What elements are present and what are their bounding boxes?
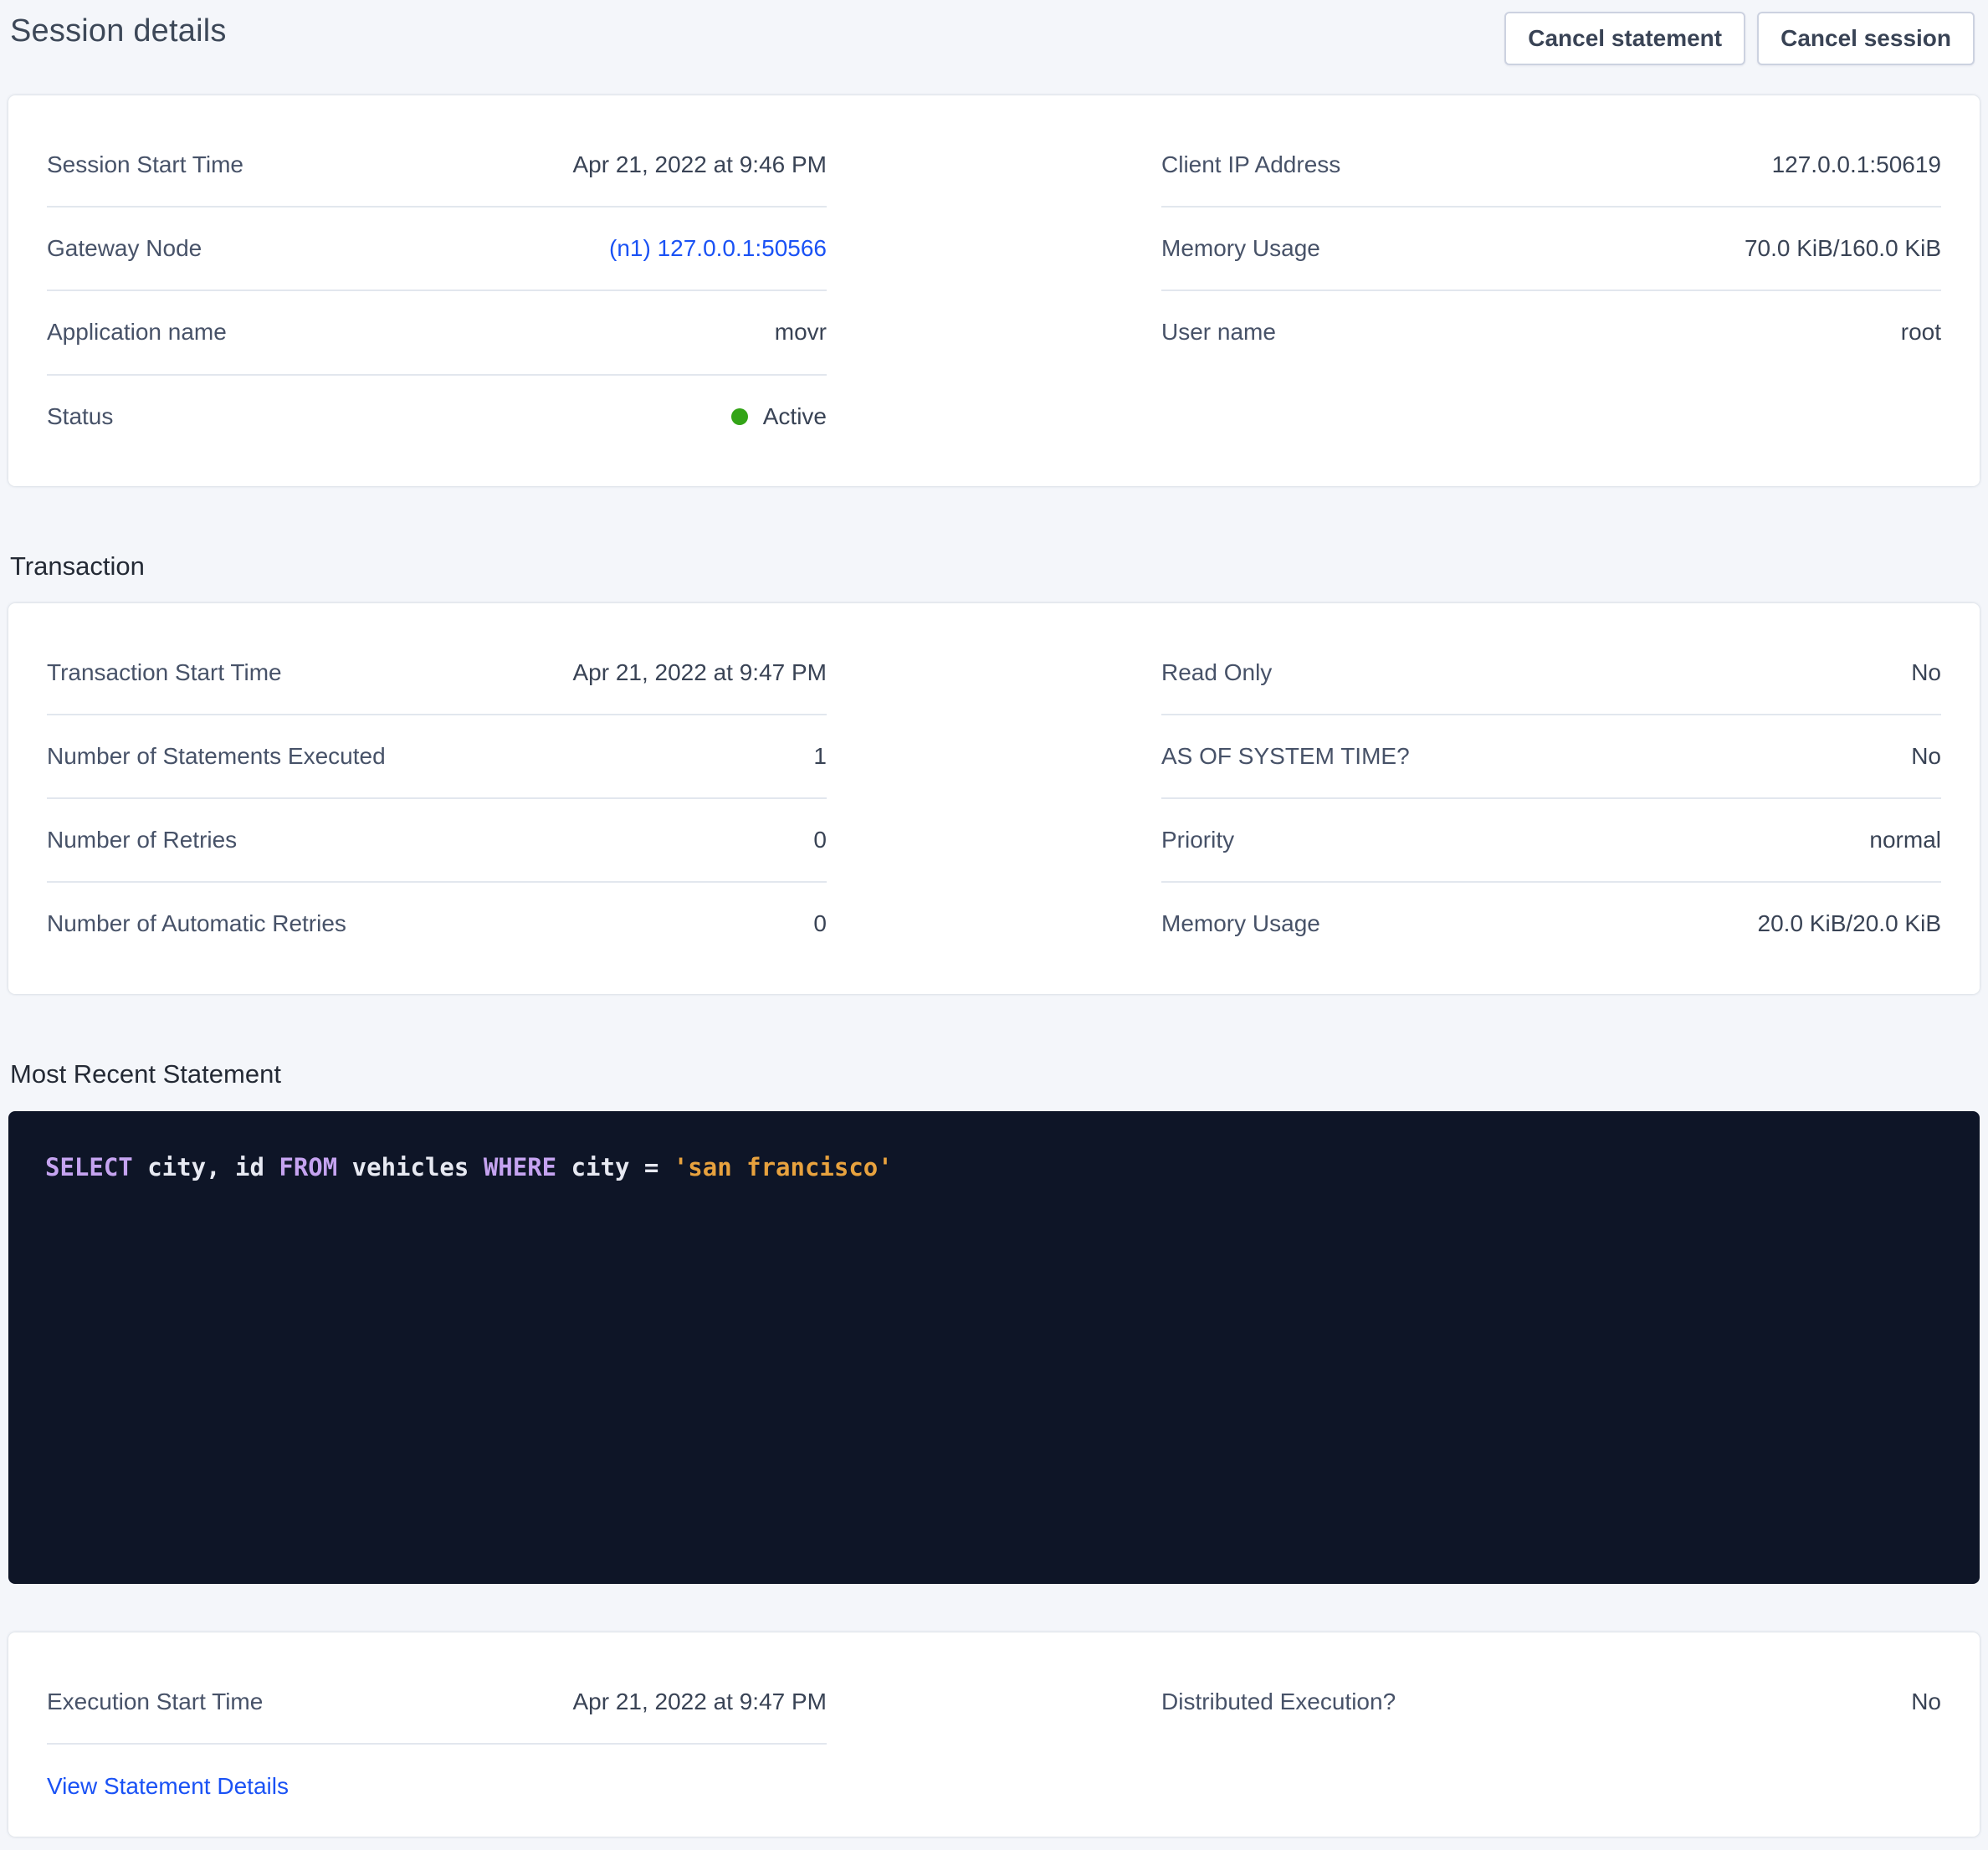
status-row: Status Active	[47, 376, 827, 458]
header-actions: Cancel statement Cancel session	[1504, 12, 1975, 65]
application-name-label: Application name	[47, 319, 227, 346]
cancel-statement-button[interactable]: Cancel statement	[1504, 12, 1745, 65]
top-bar: Session details Cancel statement Cancel …	[8, 10, 1980, 65]
client-ip-row: Client IP Address 127.0.0.1:50619	[1161, 124, 1941, 208]
page-title: Session details	[10, 13, 227, 49]
user-name-value: root	[1901, 319, 1941, 346]
session-start-time-row: Session Start Time Apr 21, 2022 at 9:46 …	[47, 124, 827, 208]
priority-row: Priority normal	[1161, 799, 1941, 883]
sql-statement-text: SELECT city, id FROM vehicles WHERE city…	[45, 1153, 1943, 1181]
statements-executed-value: 1	[813, 743, 827, 770]
view-statement-details-row: View Statement Details	[47, 1745, 827, 1820]
sql-plain: city =	[556, 1153, 674, 1181]
statements-executed-row: Number of Statements Executed 1	[47, 715, 827, 799]
application-name-row: Application name movr	[47, 291, 827, 375]
read-only-row: Read Only No	[1161, 632, 1941, 715]
number-of-retries-row: Number of Retries 0	[47, 799, 827, 883]
sql-keyword: SELECT	[45, 1153, 133, 1181]
priority-label: Priority	[1161, 827, 1234, 853]
status-value: Active	[763, 403, 827, 430]
sql-keyword: WHERE	[484, 1153, 556, 1181]
status-label: Status	[47, 403, 113, 430]
client-ip-value: 127.0.0.1:50619	[1772, 151, 1941, 178]
gateway-node-link[interactable]: (n1) 127.0.0.1:50566	[609, 235, 827, 261]
as-of-system-time-row: AS OF SYSTEM TIME? No	[1161, 715, 1941, 799]
cancel-session-button[interactable]: Cancel session	[1757, 12, 1975, 65]
as-of-system-time-value: No	[1911, 743, 1941, 770]
transaction-card: Transaction Start Time Apr 21, 2022 at 9…	[8, 603, 1980, 994]
execution-start-time-row: Execution Start Time Apr 21, 2022 at 9:4…	[47, 1661, 827, 1745]
distributed-execution-row: Distributed Execution? No	[1161, 1661, 1941, 1743]
transaction-start-time-label: Transaction Start Time	[47, 659, 282, 686]
execution-start-time-label: Execution Start Time	[47, 1689, 263, 1715]
session-memory-usage-label: Memory Usage	[1161, 235, 1320, 262]
session-start-time-label: Session Start Time	[47, 151, 243, 178]
status-dot-icon	[731, 408, 748, 425]
sql-string-literal: 'san francisco'	[674, 1153, 893, 1181]
automatic-retries-row: Number of Automatic Retries 0	[47, 883, 827, 965]
client-ip-label: Client IP Address	[1161, 151, 1340, 178]
sql-plain: vehicles	[337, 1153, 484, 1181]
transaction-start-time-value: Apr 21, 2022 at 9:47 PM	[572, 659, 827, 686]
transaction-memory-usage-row: Memory Usage 20.0 KiB/20.0 KiB	[1161, 883, 1941, 965]
read-only-label: Read Only	[1161, 659, 1272, 686]
statements-executed-label: Number of Statements Executed	[47, 743, 386, 770]
sql-statement-block: SELECT city, id FROM vehicles WHERE city…	[8, 1111, 1980, 1584]
as-of-system-time-label: AS OF SYSTEM TIME?	[1161, 743, 1410, 770]
execution-card: Execution Start Time Apr 21, 2022 at 9:4…	[8, 1632, 1980, 1837]
transaction-memory-usage-value: 20.0 KiB/20.0 KiB	[1758, 910, 1941, 937]
priority-value: normal	[1869, 827, 1941, 853]
number-of-retries-label: Number of Retries	[47, 827, 237, 853]
execution-card-left-column: Execution Start Time Apr 21, 2022 at 9:4…	[47, 1661, 827, 1820]
session-card-right-column: Client IP Address 127.0.0.1:50619 Memory…	[1161, 124, 1941, 458]
view-statement-details-link[interactable]: View Statement Details	[47, 1773, 289, 1799]
transaction-card-left-column: Transaction Start Time Apr 21, 2022 at 9…	[47, 632, 827, 966]
user-name-label: User name	[1161, 319, 1276, 346]
transaction-section-heading: Transaction	[10, 551, 1980, 582]
session-memory-usage-value: 70.0 KiB/160.0 KiB	[1745, 235, 1941, 262]
sql-keyword: FROM	[279, 1153, 337, 1181]
session-memory-usage-row: Memory Usage 70.0 KiB/160.0 KiB	[1161, 208, 1941, 291]
gateway-node-row: Gateway Node (n1) 127.0.0.1:50566	[47, 208, 827, 291]
number-of-retries-value: 0	[813, 827, 827, 853]
gateway-node-label: Gateway Node	[47, 235, 202, 262]
automatic-retries-value: 0	[813, 910, 827, 937]
user-name-row: User name root	[1161, 291, 1941, 373]
transaction-card-right-column: Read Only No AS OF SYSTEM TIME? No Prior…	[1161, 632, 1941, 966]
session-card-left-column: Session Start Time Apr 21, 2022 at 9:46 …	[47, 124, 827, 458]
automatic-retries-label: Number of Automatic Retries	[47, 910, 346, 937]
distributed-execution-value: No	[1911, 1689, 1941, 1715]
session-start-time-value: Apr 21, 2022 at 9:46 PM	[572, 151, 827, 178]
execution-card-right-column: Distributed Execution? No	[1161, 1661, 1941, 1820]
session-details-card: Session Start Time Apr 21, 2022 at 9:46 …	[8, 95, 1980, 486]
transaction-memory-usage-label: Memory Usage	[1161, 910, 1320, 937]
distributed-execution-label: Distributed Execution?	[1161, 1689, 1396, 1715]
sql-plain: city, id	[133, 1153, 279, 1181]
read-only-value: No	[1911, 659, 1941, 686]
transaction-start-time-row: Transaction Start Time Apr 21, 2022 at 9…	[47, 632, 827, 715]
most-recent-statement-heading: Most Recent Statement	[10, 1059, 1980, 1089]
execution-start-time-value: Apr 21, 2022 at 9:47 PM	[572, 1689, 827, 1715]
application-name-value: movr	[775, 319, 827, 346]
